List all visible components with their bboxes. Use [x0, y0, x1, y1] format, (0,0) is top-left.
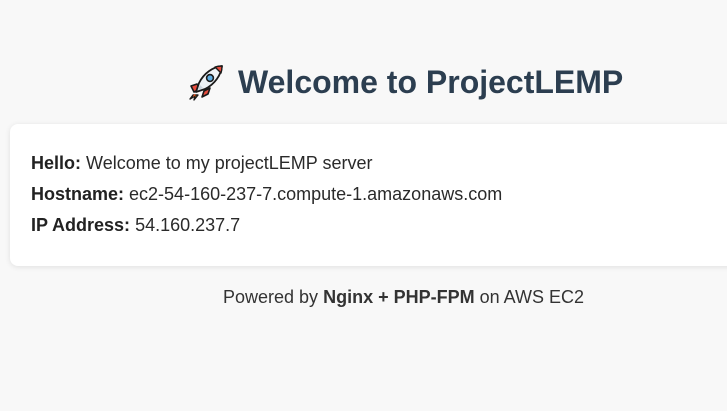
ip-address-label: IP Address: — [31, 215, 131, 235]
page-title: Welcome to ProjectLEMP — [186, 62, 623, 102]
ip-address-value: 54.160.237.7 — [135, 215, 241, 235]
rocket-icon — [186, 62, 226, 102]
server-info-card: Hello: Welcome to my projectLEMP server … — [10, 124, 727, 266]
footer-suffix: on AWS EC2 — [479, 287, 584, 307]
hostname-value: ec2-54-160-237-7.compute-1.amazonaws.com — [129, 184, 503, 204]
footer-stack: Nginx + PHP-FPM — [323, 287, 475, 307]
hostname-label: Hostname: — [31, 184, 125, 204]
footer: Powered by Nginx + PHP-FPM on AWS EC2 — [0, 286, 727, 308]
hello-label: Hello: — [31, 153, 82, 173]
hostname-row: Hostname: ec2-54-160-237-7.compute-1.ama… — [31, 183, 502, 205]
footer-prefix: Powered by — [223, 287, 319, 307]
page-title-text: Welcome to ProjectLEMP — [238, 64, 624, 100]
hello-row: Hello: Welcome to my projectLEMP server — [31, 152, 372, 174]
hello-value: Welcome to my projectLEMP server — [86, 153, 373, 173]
ip-address-row: IP Address: 54.160.237.7 — [31, 214, 240, 236]
